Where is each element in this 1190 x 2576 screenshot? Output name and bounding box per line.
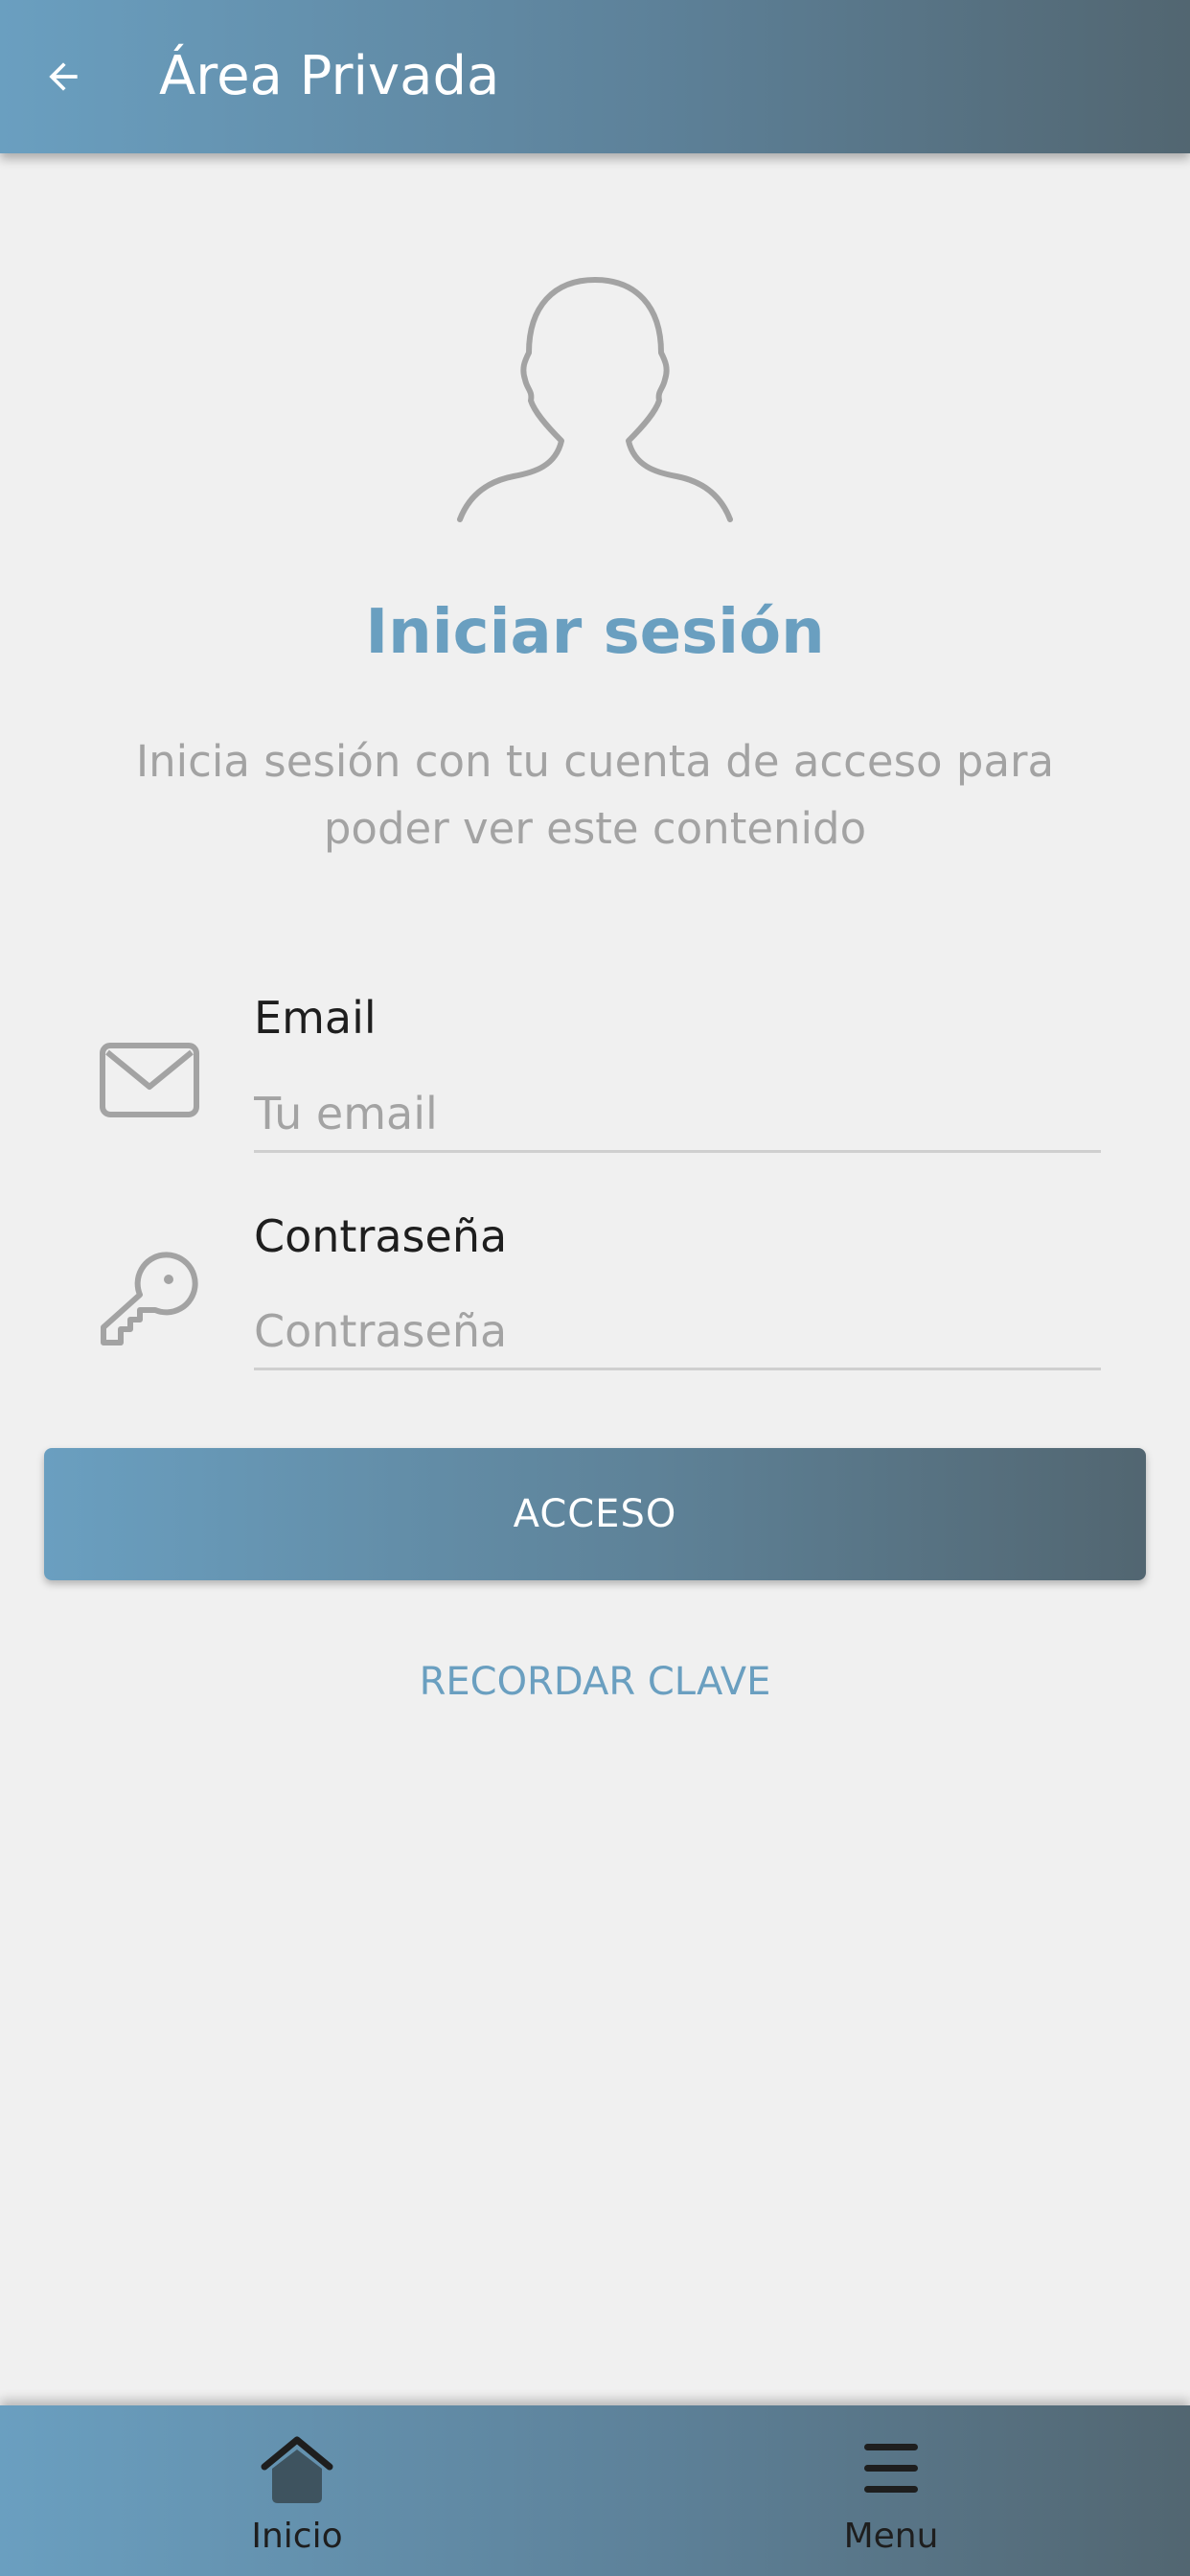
page-title: Área Privada bbox=[159, 45, 500, 107]
email-field[interactable] bbox=[254, 1076, 1101, 1153]
nav-item-inicio[interactable]: Inicio bbox=[144, 2405, 450, 2576]
arrow-left-icon bbox=[49, 62, 78, 91]
bottom-navigation: Inicio Menu bbox=[0, 2405, 1190, 2576]
nav-label-inicio: Inicio bbox=[251, 2517, 343, 2556]
login-title: Iniciar sesión bbox=[365, 597, 825, 668]
password-label: Contraseña bbox=[254, 1210, 508, 1262]
home-icon bbox=[261, 2436, 333, 2503]
top-app-bar: Área Privada bbox=[0, 0, 1190, 153]
login-subtitle: Inicia sesión con tu cuenta de acceso pa… bbox=[135, 736, 1055, 854]
nav-label-menu: Menu bbox=[843, 2517, 939, 2556]
nav-item-menu[interactable]: Menu bbox=[738, 2405, 1044, 2576]
envelope-icon bbox=[100, 1043, 199, 1117]
access-button[interactable]: ACCESO bbox=[44, 1448, 1146, 1580]
remember-password-link[interactable]: RECORDAR CLAVE bbox=[0, 1653, 1190, 1711]
back-button[interactable] bbox=[29, 42, 98, 111]
key-icon bbox=[101, 1252, 198, 1346]
password-field[interactable] bbox=[254, 1294, 1101, 1370]
app-root: Área Privada Iniciar sesión Inicia sesió… bbox=[0, 0, 1190, 2576]
hamburger-menu-icon bbox=[864, 2444, 918, 2493]
user-silhouette-icon bbox=[457, 277, 733, 522]
email-label: Email bbox=[254, 992, 377, 1044]
